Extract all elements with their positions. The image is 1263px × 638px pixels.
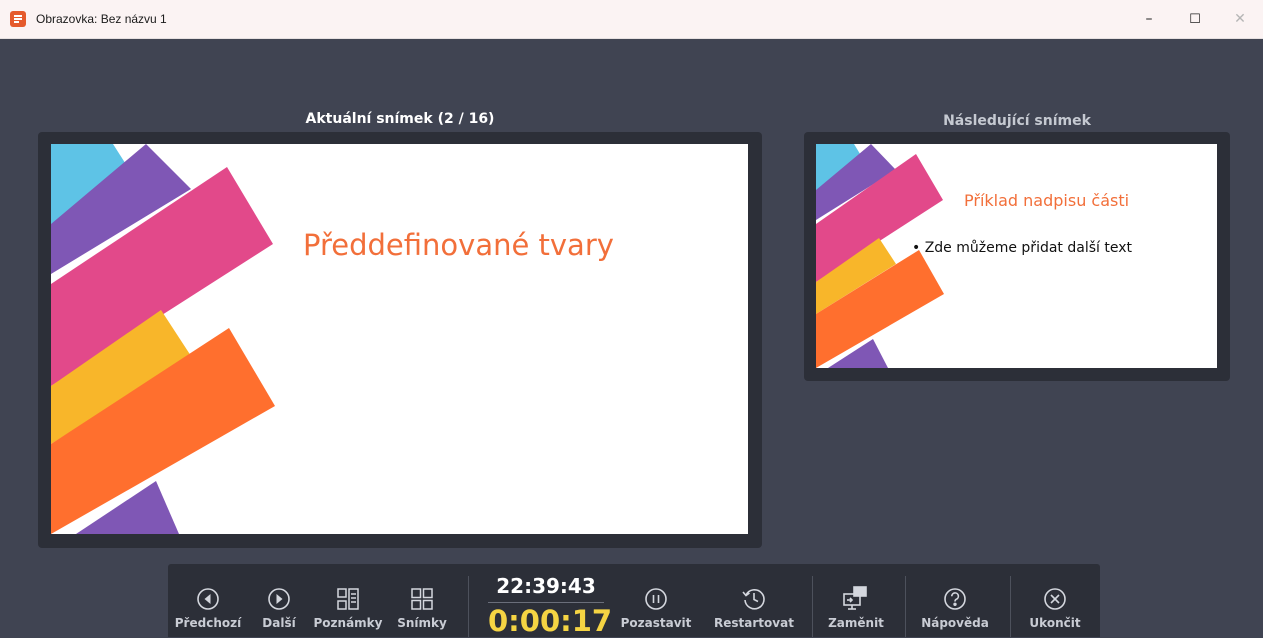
pause-button[interactable]: Pozastavit — [620, 564, 692, 637]
close-circle-icon — [1043, 586, 1067, 612]
exit-button[interactable]: Ukončit — [1020, 564, 1090, 637]
chevron-right-circle-icon — [267, 586, 291, 612]
previous-label: Předchozí — [174, 616, 242, 630]
toolbar-separator — [812, 576, 813, 637]
current-slide-frame: Předdefinované tvary — [38, 132, 762, 548]
current-slide[interactable]: Předdefinované tvary — [51, 144, 748, 534]
chevron-left-circle-icon — [196, 586, 220, 612]
pause-circle-icon — [644, 586, 668, 612]
next-slide-title: Příklad nadpisu části — [964, 191, 1130, 210]
notes-icon — [337, 586, 359, 612]
slide-decoration-shapes — [51, 144, 275, 534]
presenter-toolbar: Předchozí Další Poznámky Snímky 22:39:43… — [168, 564, 1100, 638]
current-slide-label: Aktuální snímek (2 / 16) — [305, 111, 495, 127]
help-label: Nápověda — [921, 616, 989, 630]
pause-label: Pozastavit — [620, 616, 692, 630]
next-slide-label: Následující snímek — [943, 113, 1091, 129]
next-slide-frame: Příklad nadpisu části • Zde můžeme přida… — [804, 132, 1230, 381]
swap-display-icon — [843, 586, 869, 612]
window-titlebar: Obrazovka: Bez názvu 1 – ☐ ✕ — [0, 0, 1263, 39]
restart-button[interactable]: Restartovat — [708, 564, 800, 637]
toolbar-separator — [905, 576, 906, 637]
app-logo-icon — [10, 11, 26, 27]
elapsed-time[interactable]: 0:00:17 — [488, 604, 612, 638]
notes-button[interactable]: Poznámky — [310, 564, 386, 637]
grid-icon — [411, 586, 433, 612]
restart-clock-icon — [741, 586, 767, 612]
next-button[interactable]: Další — [254, 564, 304, 637]
next-slide-bullet: • Zde můžeme přidat další text — [912, 240, 1132, 256]
minimize-button[interactable]: – — [1126, 0, 1172, 38]
restart-label: Restartovat — [714, 616, 794, 630]
window-title: Obrazovka: Bez názvu 1 — [36, 12, 167, 26]
next-slide[interactable]: Příklad nadpisu části • Zde můžeme přida… — [816, 144, 1217, 368]
exit-label: Ukončit — [1029, 616, 1081, 630]
notes-label: Poznámky — [313, 616, 383, 630]
clock-divider — [488, 602, 604, 603]
close-window-button[interactable]: ✕ — [1217, 0, 1263, 38]
toolbar-separator — [1010, 576, 1011, 637]
swap-label: Zaměnit — [828, 616, 884, 630]
current-time: 22:39:43 — [496, 574, 596, 598]
help-button[interactable]: Nápověda — [916, 564, 994, 637]
help-circle-icon — [943, 586, 967, 612]
swap-button[interactable]: Zaměnit — [820, 564, 892, 637]
maximize-button[interactable]: ☐ — [1172, 0, 1218, 38]
slides-button[interactable]: Snímky — [392, 564, 452, 637]
toolbar-separator — [468, 576, 469, 637]
previous-button[interactable]: Předchozí — [172, 564, 244, 637]
slides-label: Snímky — [397, 616, 447, 630]
next-slide-decoration-shapes — [816, 144, 944, 368]
current-slide-title: Předdefinované tvary — [303, 228, 614, 262]
next-label: Další — [262, 616, 296, 630]
